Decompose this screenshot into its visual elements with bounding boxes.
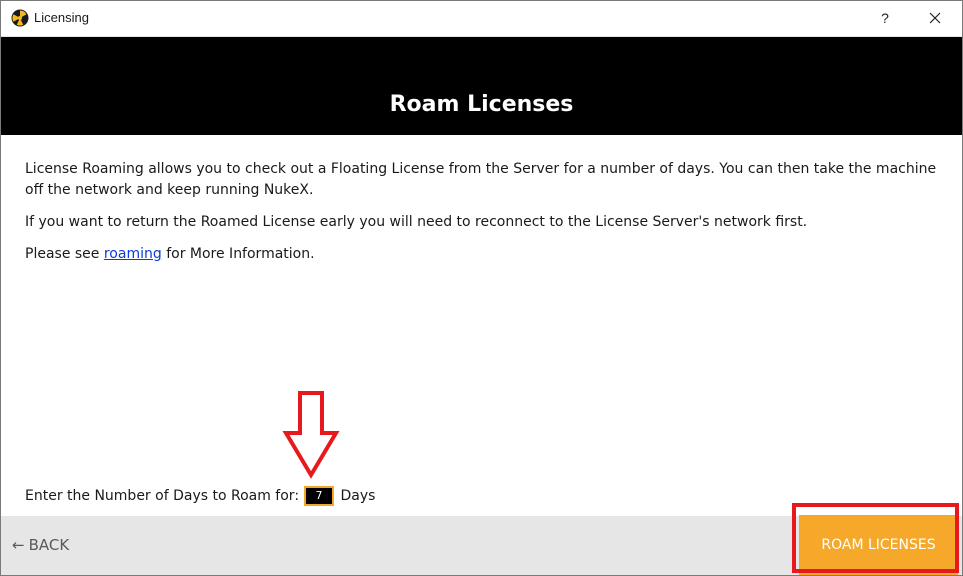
back-button[interactable]: ← BACK [12, 535, 69, 555]
more-info-text: for More Information. [166, 246, 315, 262]
page-title: Roam Licenses [389, 92, 574, 117]
title-bar: Licensing ? [1, 1, 962, 37]
header-banner: Roam Licenses [1, 37, 962, 135]
roaming-description: License Roaming allows you to check out … [25, 159, 940, 276]
help-button[interactable]: ? [873, 5, 897, 31]
description-paragraph-3: Please see roaming for More Information. [25, 244, 940, 265]
description-paragraph-2: If you want to return the Roamed License… [25, 214, 808, 230]
window-title: Licensing [34, 10, 89, 25]
see-text: Please see [25, 246, 100, 262]
annotation-down-arrow-icon [282, 391, 340, 479]
back-arrow-icon: ← [12, 536, 25, 554]
roam-days-label: Enter the Number of Days to Roam for: [25, 488, 300, 504]
roam-days-input[interactable]: 7 [304, 486, 335, 506]
days-unit-label: Days [340, 488, 376, 504]
description-paragraph-1: License Roaming allows you to check out … [25, 161, 937, 198]
licensing-window: Licensing ? Roam Licenses License Roamin… [0, 0, 963, 576]
back-label: BACK [28, 536, 70, 554]
close-icon[interactable] [920, 5, 950, 31]
roaming-link[interactable]: roaming [104, 246, 162, 262]
nukex-radiation-icon [11, 9, 29, 27]
roam-days-row: Enter the Number of Days to Roam for: 7 D… [25, 485, 375, 507]
annotation-highlight-box [792, 503, 959, 573]
